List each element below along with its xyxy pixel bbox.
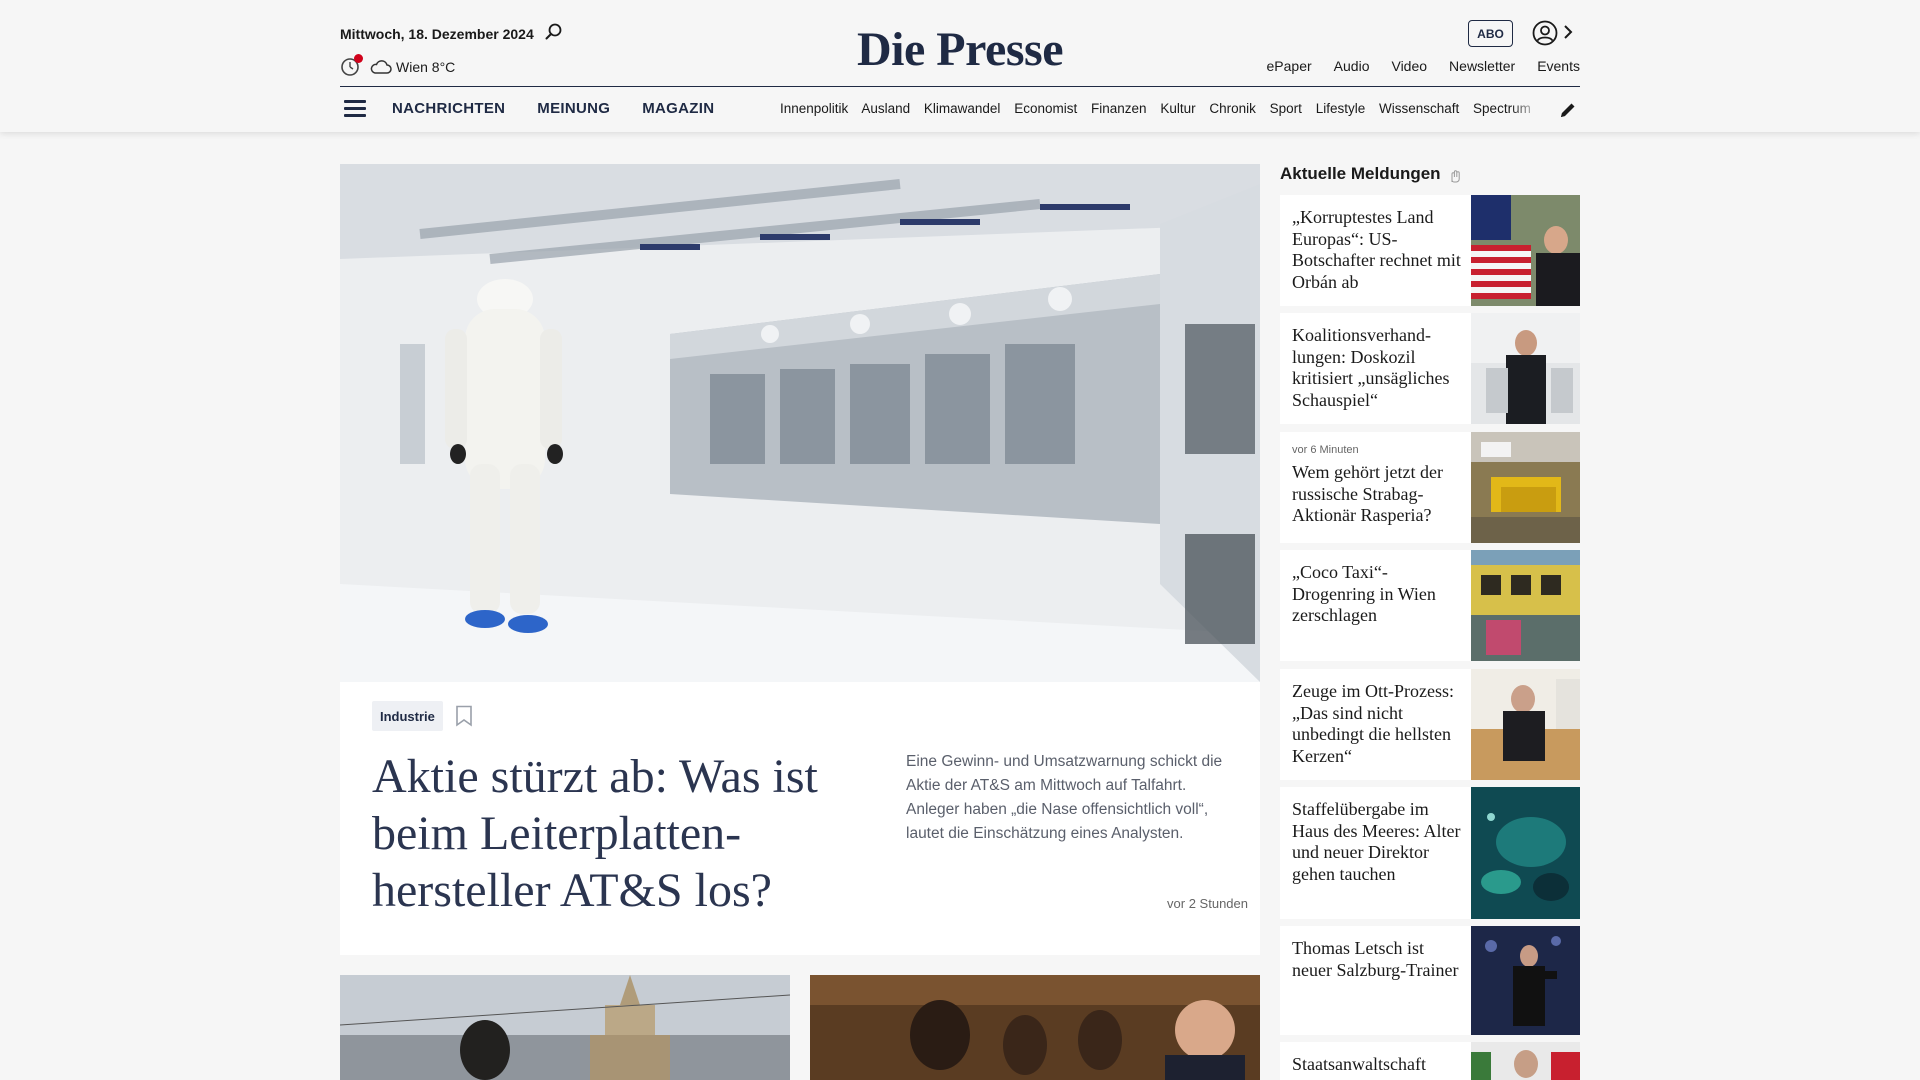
news-item-text: Thomas Letsch ist neuer Salzburg-Trainer (1292, 938, 1464, 981)
subnav-finanzen[interactable]: Finanzen (1091, 101, 1147, 116)
subnav-ausland[interactable]: Ausland (861, 101, 910, 116)
news-thumb-politician[interactable] (1471, 1042, 1580, 1080)
service-link-video[interactable]: Video (1391, 58, 1427, 74)
news-item-title[interactable]: Staatsanwaltschaft (1292, 1054, 1464, 1076)
news-item-title[interactable]: Wem gehört jetzt der russische Strabag-A… (1292, 462, 1464, 527)
subnav-wissenschaft[interactable]: Wissenschaft (1379, 101, 1459, 116)
subnav-sport[interactable]: Sport (1270, 101, 1302, 116)
lead-timestamp: vor 2 Stunden (1167, 896, 1248, 911)
subnav-fade (1510, 96, 1542, 124)
article-card-meeting[interactable] (810, 975, 1260, 1080)
news-item[interactable]: vor 6 Minuten Wem gehört jetzt der russi… (1280, 432, 1580, 543)
news-item-title[interactable]: Zeuge im Ott-Prozess: „Das sind nicht un… (1292, 681, 1464, 767)
subnav-economist[interactable]: Economist (1014, 101, 1077, 116)
news-thumb-press-conference[interactable] (1471, 313, 1580, 424)
service-link-epaper[interactable]: ePaper (1267, 58, 1312, 74)
notification-dot (354, 54, 363, 63)
subnav-chronik[interactable]: Chronik (1209, 101, 1256, 116)
news-item-title[interactable]: „Korruptestes Land Europas“: US-Botschaf… (1292, 207, 1464, 293)
news-thumb-aquarium[interactable] (1471, 787, 1580, 919)
news-item[interactable]: „Coco Taxi“-Drogenring in Wien zerschlag… (1280, 550, 1580, 661)
news-item-title[interactable]: „Coco Taxi“-Drogenring in Wien zerschlag… (1292, 562, 1464, 627)
aside-title: Aktuelle Meldungen (1280, 164, 1463, 184)
nav-meinung[interactable]: MEINUNG (537, 100, 610, 117)
cloud-icon (370, 60, 392, 74)
news-item[interactable]: Koalitionsverhand-lungen: Doskozil kriti… (1280, 313, 1580, 424)
news-item[interactable]: Staatsanwaltschaft (1280, 1042, 1580, 1080)
search-icon[interactable] (544, 22, 564, 42)
lead-image-cleanroom[interactable] (340, 164, 1260, 682)
header-inner: Mittwoch, 18. Dezember 2024 Wien 8°C Die… (340, 0, 1580, 132)
news-item-text: „Coco Taxi“-Drogenring in Wien zerschlag… (1292, 562, 1464, 627)
news-item[interactable]: Staffelübergabe im Haus des Meeres: Alte… (1280, 787, 1580, 919)
abo-button[interactable]: ABO (1468, 20, 1513, 47)
news-thumb-construction[interactable] (1471, 432, 1580, 543)
news-item-text: Staffelübergabe im Haus des Meeres: Alte… (1292, 799, 1464, 885)
news-item-time: vor 6 Minuten (1292, 444, 1359, 456)
news-item[interactable]: „Korruptestes Land Europas“: US-Botschaf… (1280, 195, 1580, 306)
pencil-icon[interactable] (1558, 100, 1578, 120)
news-item-title[interactable]: Koalitionsverhand-lungen: Doskozil kriti… (1292, 325, 1464, 411)
news-item-text: Zeuge im Ott-Prozess: „Das sind nicht un… (1292, 681, 1464, 767)
service-link-audio[interactable]: Audio (1334, 58, 1370, 74)
lead-teaser: Eine Gewinn- und Umsatzwarnung schickt d… (906, 753, 1223, 842)
news-item-text: „Korruptestes Land Europas“: US-Botschaf… (1292, 207, 1464, 293)
nav-magazin[interactable]: MAGAZIN (642, 100, 714, 117)
article-card-moscow[interactable] (340, 975, 790, 1080)
site-logo[interactable]: Die Presse (840, 24, 1080, 76)
subnav-klimawandel[interactable]: Klimawandel (924, 101, 1001, 116)
subnav-kultur[interactable]: Kultur (1160, 101, 1195, 116)
news-thumb-courtroom[interactable] (1471, 669, 1580, 780)
news-item-title[interactable]: Staffelübergabe im Haus des Meeres: Alte… (1292, 799, 1464, 885)
site-header: Mittwoch, 18. Dezember 2024 Wien 8°C Die… (0, 0, 1920, 132)
news-item-text: vor 6 Minuten Wem gehört jetzt der russi… (1292, 444, 1464, 527)
night-mode-icon[interactable] (340, 54, 363, 77)
bookmark-icon[interactable] (455, 705, 473, 727)
subnav-innenpolitik[interactable]: Innenpolitik (780, 101, 848, 116)
service-link-events[interactable]: Events (1537, 58, 1580, 74)
subnav-lifestyle[interactable]: Lifestyle (1316, 101, 1366, 116)
header-divider (340, 86, 1580, 87)
lead-article[interactable]: Industrie Aktie stürzt ab: Was ist beim … (340, 164, 1260, 955)
news-item[interactable]: Thomas Letsch ist neuer Salzburg-Trainer (1280, 926, 1580, 1035)
main-nav: NACHRICHTEN MEINUNG MAGAZIN (392, 100, 714, 117)
news-thumb-us-flag[interactable] (1471, 195, 1580, 306)
service-links: ePaper Audio Video Newsletter Events (1267, 58, 1580, 74)
menu-icon[interactable] (344, 100, 366, 118)
user-icon[interactable] (1532, 20, 1558, 46)
service-link-newsletter[interactable]: Newsletter (1449, 58, 1515, 74)
sub-nav: Innenpolitik Ausland Klimawandel Economi… (780, 101, 1540, 116)
chevron-right-icon[interactable] (1562, 22, 1574, 42)
weather-label: Wien 8°C (396, 59, 456, 75)
aside-title-text: Aktuelle Meldungen (1280, 164, 1441, 183)
category-tag[interactable]: Industrie (372, 701, 443, 731)
hand-icon (1451, 170, 1460, 183)
news-thumb-coco-taxi-shop[interactable] (1471, 550, 1580, 661)
weather-widget[interactable]: Wien 8°C (340, 54, 456, 78)
current-date: Mittwoch, 18. Dezember 2024 (340, 26, 534, 42)
news-item-text: Staatsanwaltschaft (1292, 1054, 1464, 1076)
nav-nachrichten[interactable]: NACHRICHTEN (392, 100, 505, 117)
news-item-title[interactable]: Thomas Letsch ist neuer Salzburg-Trainer (1292, 938, 1464, 981)
news-thumb-football-coach[interactable] (1471, 926, 1580, 1035)
news-item-text: Koalitionsverhand-lungen: Doskozil kriti… (1292, 325, 1464, 411)
lead-headline[interactable]: Aktie stürzt ab: Was ist beim Leiterplat… (372, 748, 852, 919)
news-item[interactable]: Zeuge im Ott-Prozess: „Das sind nicht un… (1280, 669, 1580, 780)
